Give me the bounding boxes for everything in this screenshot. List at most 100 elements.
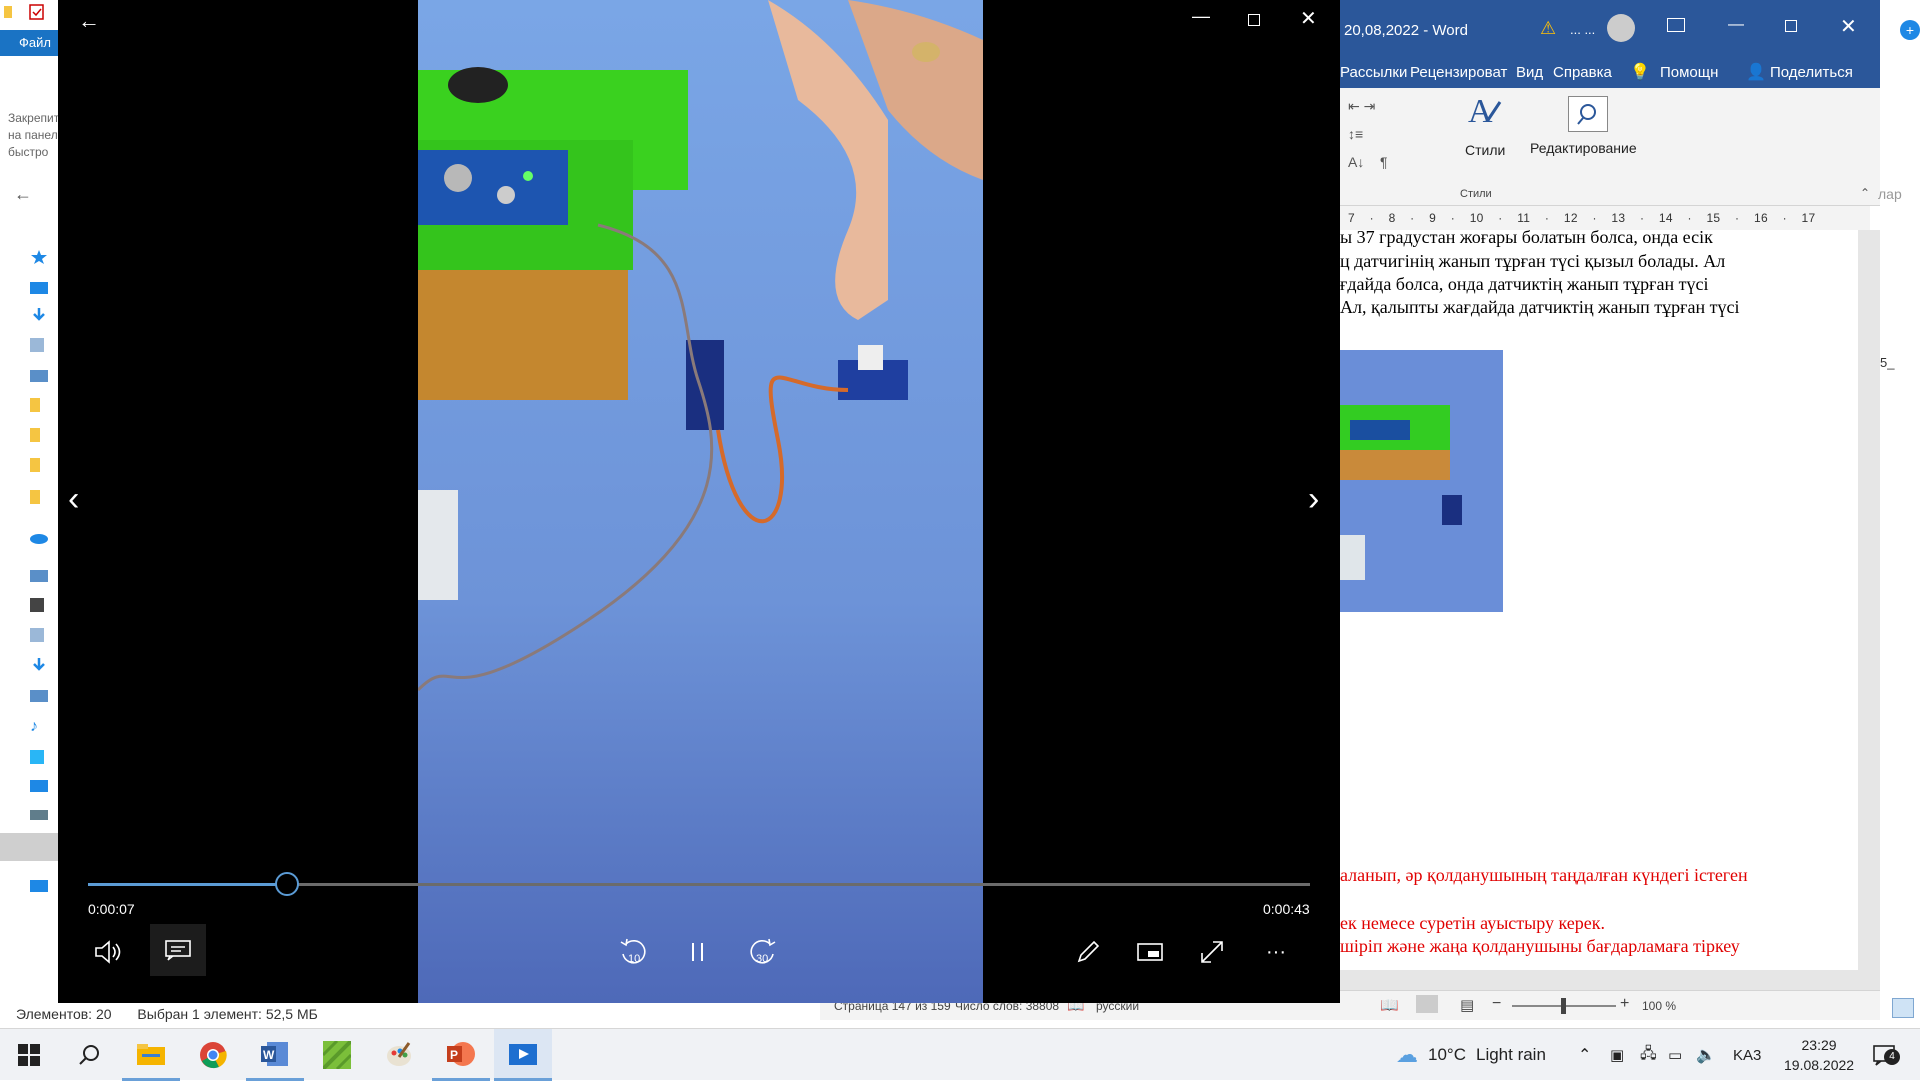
folder-icon[interactable] — [0, 0, 60, 24]
current-time: 0:00:07 — [88, 901, 135, 917]
styles-button[interactable]: Стили — [1465, 142, 1505, 158]
folder-icon[interactable] — [30, 458, 40, 472]
skip-back-icon[interactable]: 10 — [612, 930, 656, 974]
word-app-icon[interactable]: W — [246, 1029, 304, 1081]
notification-center-icon[interactable]: 4 — [1872, 1029, 1900, 1081]
pictures-icon[interactable] — [30, 690, 48, 702]
folder-icon[interactable] — [30, 398, 40, 412]
3d-objects-icon[interactable] — [30, 750, 44, 764]
zoom-level[interactable]: 100 % — [1642, 999, 1676, 1013]
speaker-icon[interactable]: 🔈 — [1696, 1029, 1716, 1081]
movies-tv-app-icon[interactable] — [494, 1029, 552, 1081]
subtitles-icon[interactable] — [150, 924, 206, 976]
maximize-icon[interactable] — [1785, 20, 1797, 32]
zoom-slider-thumb[interactable] — [1561, 998, 1566, 1014]
warning-icon[interactable]: ⚠ — [1540, 18, 1556, 39]
doc-line: ц датчигінің жанып тұрған түсі қызыл бол… — [1340, 251, 1726, 271]
video-frame[interactable] — [418, 0, 983, 1003]
download-icon[interactable] — [30, 658, 48, 672]
download-icon[interactable] — [30, 308, 48, 322]
add-icon[interactable]: + — [1900, 20, 1920, 40]
document-page[interactable]: ы 37 градустан жоғары болатын болса, онд… — [1340, 227, 1858, 970]
editing-button[interactable]: Редактирование — [1530, 140, 1637, 156]
minecraft-app-icon[interactable] — [308, 1029, 366, 1081]
embedded-photo[interactable] — [1340, 350, 1503, 612]
meet-now-icon[interactable]: ▣ — [1610, 1029, 1624, 1081]
doc-line: Ал, қалыпты жағдайда датчиктің жанып тұр… — [1340, 297, 1740, 317]
file-explorer-app-icon[interactable] — [122, 1029, 180, 1081]
read-mode-icon[interactable]: 📖 — [1380, 996, 1399, 1014]
indent-icon[interactable]: ⇤ ⇥ — [1348, 98, 1375, 115]
minimize-icon[interactable]: — — [1192, 6, 1210, 27]
documents-icon[interactable] — [30, 628, 44, 642]
maximize-icon[interactable] — [1248, 14, 1260, 26]
cloud-rain-icon: ☁ — [1396, 1042, 1418, 1067]
minimize-icon[interactable]: — — [1728, 16, 1744, 34]
more-options-icon[interactable]: ··· — [1254, 930, 1298, 974]
start-windows-icon[interactable] — [0, 1029, 58, 1081]
person-icon[interactable]: 👤 — [1746, 62, 1766, 82]
weather-widget[interactable]: ☁ 10°C Light rain — [1396, 1029, 1546, 1081]
screen-corner-icon[interactable] — [1892, 998, 1914, 1018]
styles-icon[interactable]: A — [1464, 90, 1504, 130]
documents-icon[interactable] — [30, 338, 44, 352]
edit-pen-icon[interactable] — [1066, 930, 1110, 974]
back-arrow-icon[interactable]: ← — [14, 184, 32, 205]
tab-mailings[interactable]: Рассылки — [1340, 64, 1407, 81]
show-hidden-icons-chevron-icon[interactable]: ⌃ — [1578, 1029, 1591, 1081]
desktop-icon[interactable] — [30, 282, 48, 294]
network-icon[interactable]: 🖧 — [1640, 1029, 1657, 1081]
folder-icon[interactable] — [30, 490, 40, 504]
avatar[interactable] — [1607, 14, 1635, 42]
volume-icon[interactable] — [86, 930, 130, 974]
local-disk-icon[interactable] — [30, 810, 48, 820]
next-arrow-icon[interactable]: › — [1308, 480, 1319, 519]
pilcrow-icon[interactable]: ¶ — [1380, 154, 1388, 170]
sort-icon[interactable]: A↓ — [1348, 154, 1364, 170]
clock-date: 19.08.2022 — [1784, 1057, 1855, 1073]
seek-bar[interactable] — [88, 872, 1310, 896]
powerpoint-app-icon[interactable]: P — [432, 1029, 490, 1081]
desktop-icon[interactable] — [30, 780, 48, 792]
skip-forward-icon[interactable]: 30 — [740, 930, 784, 974]
close-icon[interactable]: ✕ — [1840, 14, 1857, 39]
previous-arrow-icon[interactable]: ‹ — [68, 480, 79, 519]
fullscreen-icon[interactable] — [1190, 930, 1234, 974]
onedrive-cloud-icon[interactable] — [30, 530, 48, 544]
this-pc-icon[interactable] — [30, 570, 48, 582]
pictures-icon[interactable] — [30, 370, 48, 382]
zoom-in-icon[interactable]: + — [1620, 995, 1629, 1013]
account-name[interactable]: ... ... — [1570, 22, 1595, 37]
zoom-out-icon[interactable]: − — [1492, 995, 1501, 1013]
tab-review[interactable]: Рецензироват — [1410, 64, 1507, 81]
search-icon[interactable] — [60, 1029, 118, 1081]
tab-help[interactable]: Справка — [1553, 64, 1612, 81]
print-layout-icon[interactable] — [1416, 995, 1438, 1013]
pause-icon[interactable] — [676, 930, 720, 974]
star-icon[interactable] — [30, 250, 48, 264]
tell-me-search[interactable]: Помощн — [1660, 64, 1718, 81]
selected-drive-row[interactable] — [0, 833, 60, 861]
svg-text:P: P — [450, 1048, 458, 1062]
line-spacing-icon[interactable]: ↕≡ — [1348, 126, 1363, 142]
share-button[interactable]: Поделиться — [1770, 64, 1853, 81]
clock[interactable]: 23:29 19.08.2022 — [1784, 1029, 1854, 1081]
seek-thumb[interactable] — [275, 872, 300, 896]
input-language[interactable]: KA3 — [1733, 1029, 1761, 1081]
battery-icon[interactable]: ▭ — [1668, 1029, 1682, 1081]
folder-icon[interactable] — [30, 428, 40, 442]
videos-icon[interactable] — [30, 598, 44, 612]
web-layout-icon[interactable]: ▤ — [1460, 996, 1474, 1014]
ribbon-display-icon[interactable] — [1667, 18, 1685, 32]
close-icon[interactable]: ✕ — [1300, 6, 1317, 31]
music-icon[interactable]: ♪ — [30, 718, 48, 735]
lightbulb-icon[interactable]: 💡 — [1630, 62, 1650, 82]
mini-view-icon[interactable] — [1128, 930, 1172, 974]
tab-view[interactable]: Вид — [1516, 64, 1543, 81]
find-icon[interactable] — [1568, 96, 1608, 132]
network-icon[interactable] — [30, 880, 48, 892]
collapse-ribbon-icon[interactable]: ⌃ — [1860, 186, 1870, 200]
chrome-app-icon[interactable] — [184, 1029, 242, 1081]
paint-app-icon[interactable] — [370, 1029, 428, 1081]
back-arrow-icon[interactable]: ← — [78, 8, 100, 34]
